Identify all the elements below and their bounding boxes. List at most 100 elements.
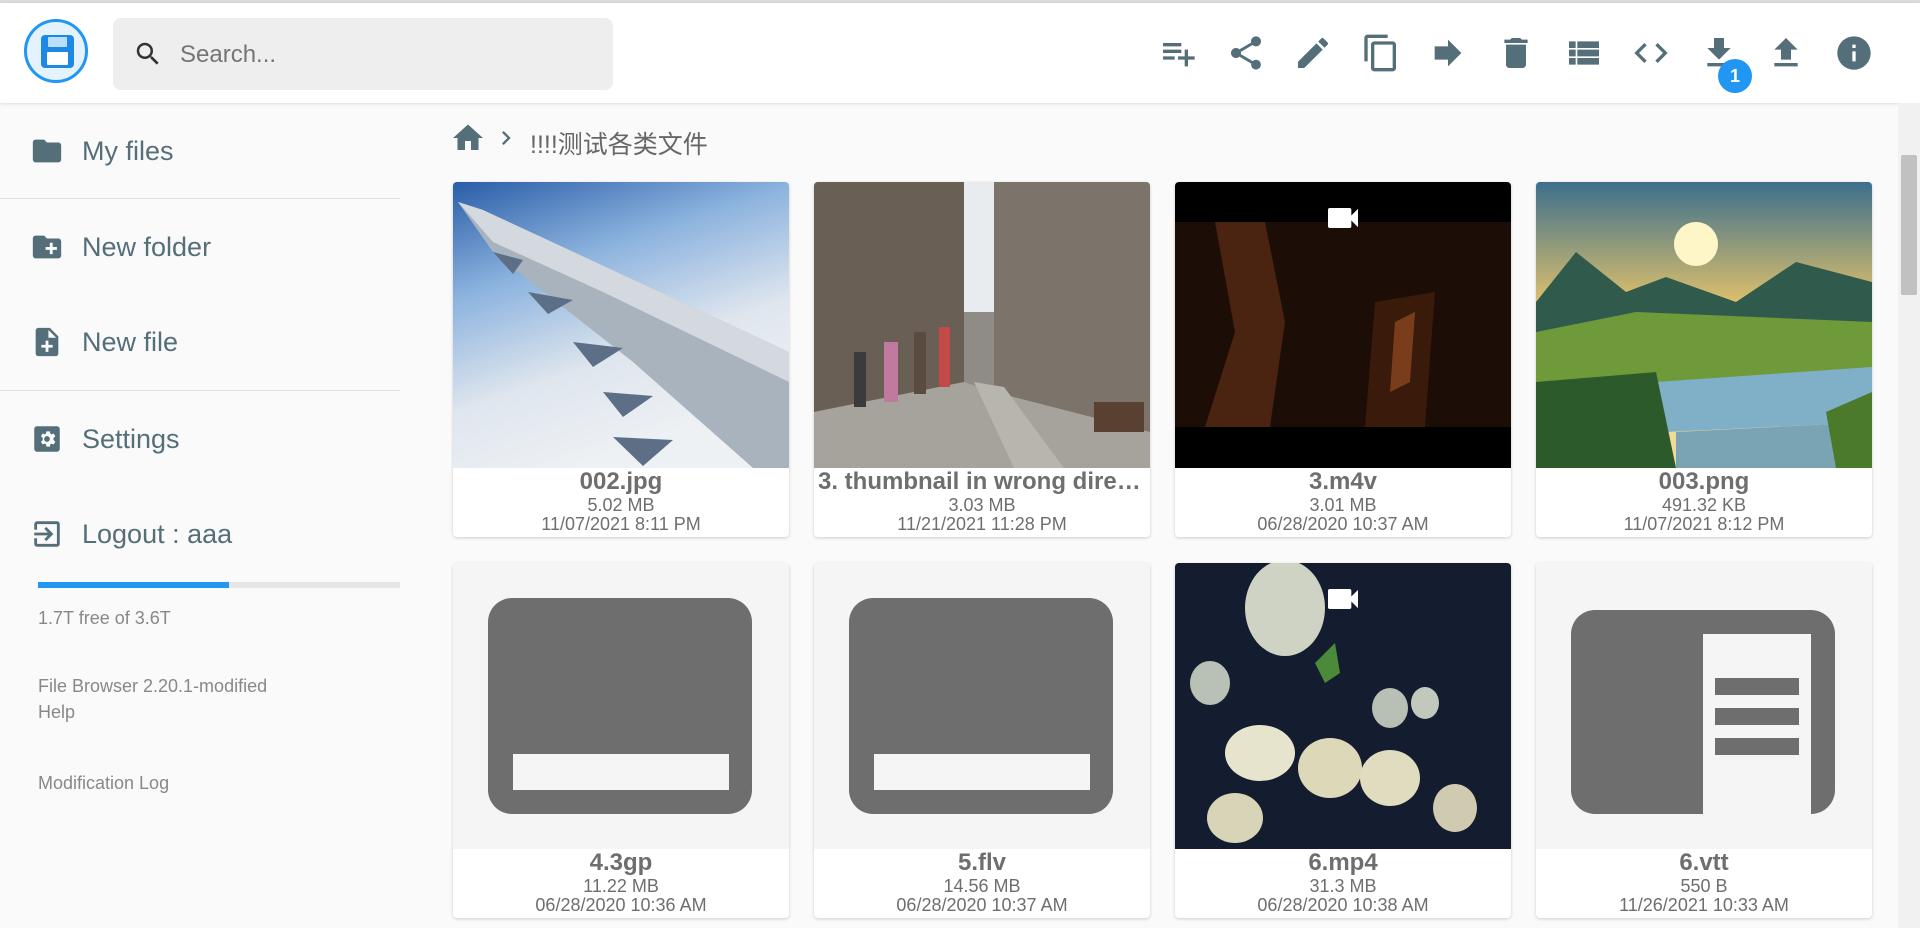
file-info: 6.vtt 550 B 11/26/2021 10:33 AM [1536, 849, 1872, 915]
playlist-add-icon [1163, 43, 1195, 67]
rename-button[interactable] [1293, 33, 1333, 73]
thumbnail-video-frame [1175, 182, 1511, 468]
add-to-list-button[interactable] [1158, 33, 1198, 73]
info-icon [1837, 36, 1871, 70]
chevron-right-icon [502, 131, 511, 145]
sidebar-item-label: Settings [82, 424, 180, 454]
file-info: 6.mp4 31.3 MB 06/28/2020 10:38 AM [1175, 849, 1511, 915]
sidebar-item-my-files[interactable]: My files [0, 110, 400, 190]
app-logo[interactable] [24, 19, 88, 83]
file-info: 003.png 491.32 KB 11/07/2021 8:12 PM [1536, 468, 1872, 534]
file-item[interactable]: 3. thumbnail in wrong direct... 3.03 MB … [814, 182, 1150, 537]
storage-usage-bar [38, 582, 400, 588]
pencil-icon [1298, 37, 1329, 68]
note-add-icon [35, 327, 59, 357]
move-button[interactable] [1428, 33, 1468, 73]
settings-gear-icon [34, 426, 60, 452]
file-size: 14.56 MB [943, 876, 1021, 896]
vertical-scrollbar[interactable] [1898, 103, 1920, 928]
file-type-icon [1536, 563, 1872, 849]
forward-arrow-icon [1434, 39, 1462, 67]
switch-view-button[interactable] [1564, 33, 1604, 73]
version-text: File Browser 2.20.1-modified [38, 676, 268, 696]
storage-usage-fill [38, 582, 229, 588]
download-count-badge: 1 [1718, 59, 1752, 93]
sidebar-item-new-folder[interactable]: New folder [0, 206, 400, 286]
header: 1 [0, 3, 1920, 103]
thumbnail-city-street [814, 182, 1150, 468]
file-name: 6.vtt [1679, 849, 1729, 876]
embed-code-button[interactable] [1631, 33, 1671, 73]
search-icon [136, 42, 159, 65]
delete-button[interactable] [1496, 33, 1536, 73]
thumbnail-jellyfish [1175, 563, 1511, 849]
sidebar-item-settings[interactable]: Settings [0, 398, 400, 478]
info-button[interactable] [1834, 33, 1874, 73]
file-item[interactable]: 6.vtt 550 B 11/26/2021 10:33 AM [1536, 563, 1872, 918]
share-button[interactable] [1226, 33, 1266, 73]
file-name: 002.jpg [579, 468, 663, 495]
floppy-disk-icon [41, 35, 74, 68]
file-date: 11/07/2021 8:11 PM [541, 514, 701, 534]
home-icon[interactable] [450, 120, 486, 156]
file-info: 3.m4v 3.01 MB 06/28/2020 10:37 AM [1175, 468, 1511, 534]
folder-icon [32, 139, 62, 163]
storage-usage-text: 1.7T free of 3.6T [38, 608, 171, 628]
file-info: 3. thumbnail in wrong direct... 3.03 MB … [814, 468, 1150, 534]
subtitle-file-icon [1571, 610, 1835, 814]
file-name: 3.m4v [1308, 468, 1378, 495]
help-link[interactable]: Help [38, 702, 75, 723]
logout-icon [34, 521, 60, 547]
file-date: 06/28/2020 10:36 AM [535, 895, 707, 915]
file-date: 06/28/2020 10:38 AM [1257, 895, 1429, 915]
search-input[interactable] [178, 36, 582, 74]
file-date: 11/07/2021 8:12 PM [1623, 514, 1785, 534]
file-size: 31.3 MB [1309, 876, 1377, 896]
breadcrumb-current-folder[interactable]: !!!!测试各类文件 [530, 125, 708, 161]
file-info: 002.jpg 5.02 MB 11/07/2021 8:11 PM [453, 468, 789, 534]
file-type-icon [453, 563, 789, 849]
view-list-icon [1569, 41, 1599, 65]
share-icon [1231, 36, 1261, 70]
sidebar-item-new-file[interactable]: New file [0, 301, 400, 381]
video-file-icon [849, 598, 1113, 814]
file-info: 4.3gp 11.22 MB 06/28/2020 10:36 AM [453, 849, 789, 915]
file-size: 5.02 MB [587, 495, 655, 515]
trash-icon [1504, 38, 1528, 68]
file-name: 6.mp4 [1308, 849, 1378, 876]
copy-button[interactable] [1361, 33, 1401, 73]
file-item[interactable]: 4.3gp 11.22 MB 06/28/2020 10:36 AM [453, 563, 789, 918]
video-camera-icon [1328, 208, 1358, 228]
file-item[interactable]: 002.jpg 5.02 MB 11/07/2021 8:11 PM [453, 182, 789, 537]
search-box[interactable] [113, 18, 613, 90]
file-size: 3.03 MB [948, 495, 1016, 515]
file-item[interactable]: 6.mp4 31.3 MB 06/28/2020 10:38 AM [1175, 563, 1511, 918]
copy-icon [1364, 34, 1396, 72]
sidebar: My files New folder New file Settings Lo… [0, 103, 400, 928]
upload-button[interactable] [1766, 33, 1806, 73]
create-folder-icon [32, 235, 62, 259]
modification-log-link[interactable]: Modification Log [38, 773, 169, 794]
file-item[interactable]: 003.png 491.32 KB 11/07/2021 8:12 PM [1536, 182, 1872, 537]
file-size: 3.01 MB [1309, 495, 1377, 515]
file-name: 5.flv [957, 849, 1007, 876]
scrollbar-thumb[interactable] [1901, 155, 1917, 295]
file-name: 3. thumbnail in wrong direct... [818, 468, 1150, 495]
sidebar-item-label: New folder [82, 232, 212, 262]
file-size: 11.22 MB [583, 876, 659, 896]
thumbnail-landscape-painting [1536, 182, 1872, 468]
file-name: 4.3gp [589, 849, 653, 876]
sidebar-item-logout[interactable]: Logout : aaa [0, 493, 400, 573]
thumbnail-airplane-wing [453, 182, 789, 468]
file-date: 06/28/2020 10:37 AM [896, 895, 1068, 915]
sidebar-item-label: New file [82, 327, 179, 357]
file-type-icon [814, 563, 1150, 849]
code-icon [1634, 43, 1668, 63]
file-size: 491.32 KB [1661, 495, 1747, 515]
file-size: 550 B [1680, 876, 1728, 896]
upload-icon [1774, 38, 1798, 67]
sidebar-divider [0, 198, 400, 199]
file-name: 003.png [1658, 468, 1750, 495]
file-item[interactable]: 3.m4v 3.01 MB 06/28/2020 10:37 AM [1175, 182, 1511, 537]
file-item[interactable]: 5.flv 14.56 MB 06/28/2020 10:37 AM [814, 563, 1150, 918]
